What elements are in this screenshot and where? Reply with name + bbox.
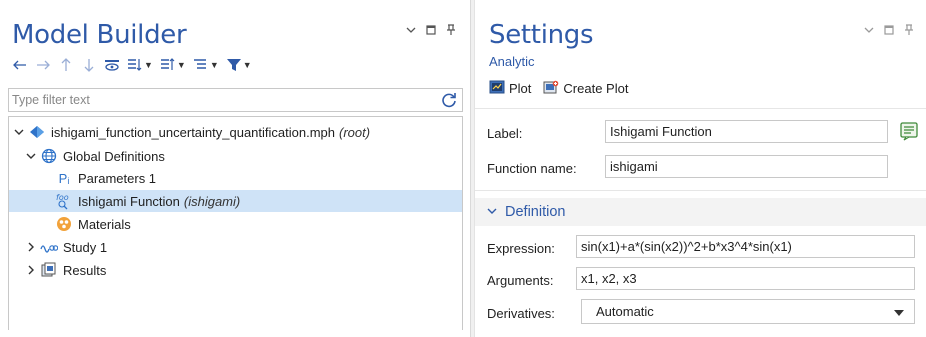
- plot-label: Plot: [509, 81, 532, 96]
- chevron-down-icon[interactable]: [405, 24, 416, 36]
- move-up-icon[interactable]: [58, 55, 74, 75]
- derivatives-select[interactable]: Automatic: [581, 299, 915, 324]
- create-plot-label: Create Plot: [563, 81, 629, 96]
- chevron-down-icon[interactable]: [25, 152, 37, 160]
- tree-label: Global Definitions: [63, 148, 165, 164]
- create-plot-icon: [543, 80, 559, 97]
- tree-node-results[interactable]: Results: [25, 259, 106, 281]
- plot-button[interactable]: Plot: [489, 80, 531, 97]
- chevron-down-icon[interactable]: [13, 128, 25, 136]
- show-more-icon[interactable]: [104, 55, 120, 75]
- analytic-function-icon: foo: [55, 192, 73, 210]
- tree-node-global-definitions[interactable]: Global Definitions: [25, 145, 165, 167]
- tree-node-study[interactable]: Study 1: [25, 236, 107, 258]
- tree-node-root[interactable]: ishigami_function_uncertainty_quantifica…: [13, 121, 370, 143]
- chevron-right-icon[interactable]: [25, 242, 37, 252]
- label-input[interactable]: [606, 121, 887, 142]
- model-builder-title: Model Builder: [12, 20, 187, 50]
- divider: [475, 190, 926, 191]
- model-file-icon: [28, 123, 46, 141]
- definition-section-header[interactable]: Definition: [475, 198, 926, 226]
- tree-label-suffix: (ishigami): [183, 193, 241, 209]
- expression-input[interactable]: [577, 236, 914, 257]
- settings-panel: Settings Analytic Plot Create Plot Label…: [474, 0, 926, 337]
- tree-label: Study 1: [63, 239, 108, 255]
- filter-funnel-icon[interactable]: ▼: [226, 55, 252, 75]
- divider: [475, 108, 926, 109]
- tree-node-ishigami-function[interactable]: foo Ishigami Function (ishigami): [9, 190, 462, 212]
- dropdown-arrow-icon: [894, 304, 904, 319]
- settings-title: Settings: [489, 20, 594, 50]
- model-tree: ishigami_function_uncertainty_quantifica…: [8, 116, 463, 330]
- arguments-field: [576, 267, 915, 290]
- back-arrow-icon[interactable]: [12, 55, 28, 75]
- tree-label: Materials: [78, 216, 131, 232]
- globe-icon: [40, 147, 58, 165]
- expand-sections-icon[interactable]: ▼: [127, 55, 153, 75]
- settings-subtitle: Analytic: [489, 54, 535, 69]
- tree-label: ishigami_function_uncertainty_quantifica…: [51, 124, 336, 140]
- model-builder-window-controls: [405, 24, 456, 36]
- tree-label: Parameters 1: [78, 170, 157, 186]
- derivatives-selected-value: Automatic: [596, 304, 654, 319]
- maximize-icon[interactable]: [425, 24, 436, 36]
- forward-arrow-icon[interactable]: [35, 55, 51, 75]
- caret-down-icon: ▼: [242, 60, 252, 70]
- plot-icon: [489, 80, 505, 97]
- tree-node-materials[interactable]: Materials: [55, 213, 131, 235]
- arguments-input[interactable]: [577, 268, 914, 289]
- chevron-down-icon[interactable]: [863, 24, 874, 36]
- refresh-icon[interactable]: [440, 91, 458, 112]
- expression-caption: Expression:: [487, 241, 555, 256]
- model-builder-panel: Model Builder ▼ ▼ ▼ ▼ Type filter text i…: [0, 0, 471, 337]
- label-field: [605, 120, 888, 143]
- tree-label: Results: [63, 262, 107, 278]
- chevron-down-icon: [487, 207, 497, 218]
- results-icon: [40, 261, 58, 279]
- pin-icon[interactable]: [903, 24, 914, 36]
- label-caption: Label:: [487, 126, 523, 141]
- definition-section-title: Definition: [505, 204, 566, 220]
- settings-window-controls: [863, 24, 914, 36]
- settings-toolbar: Plot Create Plot: [489, 80, 628, 97]
- move-down-icon[interactable]: [81, 55, 97, 75]
- derivatives-caption: Derivatives:: [487, 306, 555, 321]
- caret-down-icon: ▼: [209, 60, 219, 70]
- filter-box: [8, 88, 463, 112]
- pin-icon[interactable]: [445, 24, 456, 36]
- caret-down-icon: ▼: [176, 60, 186, 70]
- function-name-input[interactable]: [606, 156, 887, 177]
- arguments-caption: Arguments:: [487, 273, 554, 288]
- parameters-icon: Pi: [58, 170, 70, 187]
- study-icon: [40, 238, 58, 256]
- caret-down-icon: ▼: [144, 60, 153, 70]
- tree-label-suffix: (root): [339, 124, 371, 140]
- materials-icon: [55, 215, 73, 233]
- tree-node-parameters[interactable]: Pi Parameters 1: [55, 167, 156, 189]
- tree-label: Ishigami Function: [78, 193, 180, 209]
- function-name-field: [605, 155, 888, 178]
- collapse-sections-icon[interactable]: ▼: [160, 55, 186, 75]
- function-name-caption: Function name:: [487, 161, 577, 176]
- expression-field: [576, 235, 915, 258]
- tree-view-icon[interactable]: ▼: [193, 55, 219, 75]
- maximize-icon[interactable]: [883, 24, 894, 36]
- model-builder-toolbar: ▼ ▼ ▼ ▼: [12, 55, 252, 75]
- chevron-right-icon[interactable]: [25, 265, 37, 275]
- create-plot-button[interactable]: Create Plot: [543, 80, 628, 97]
- notes-icon[interactable]: [898, 120, 920, 145]
- filter-text-input[interactable]: [9, 89, 429, 111]
